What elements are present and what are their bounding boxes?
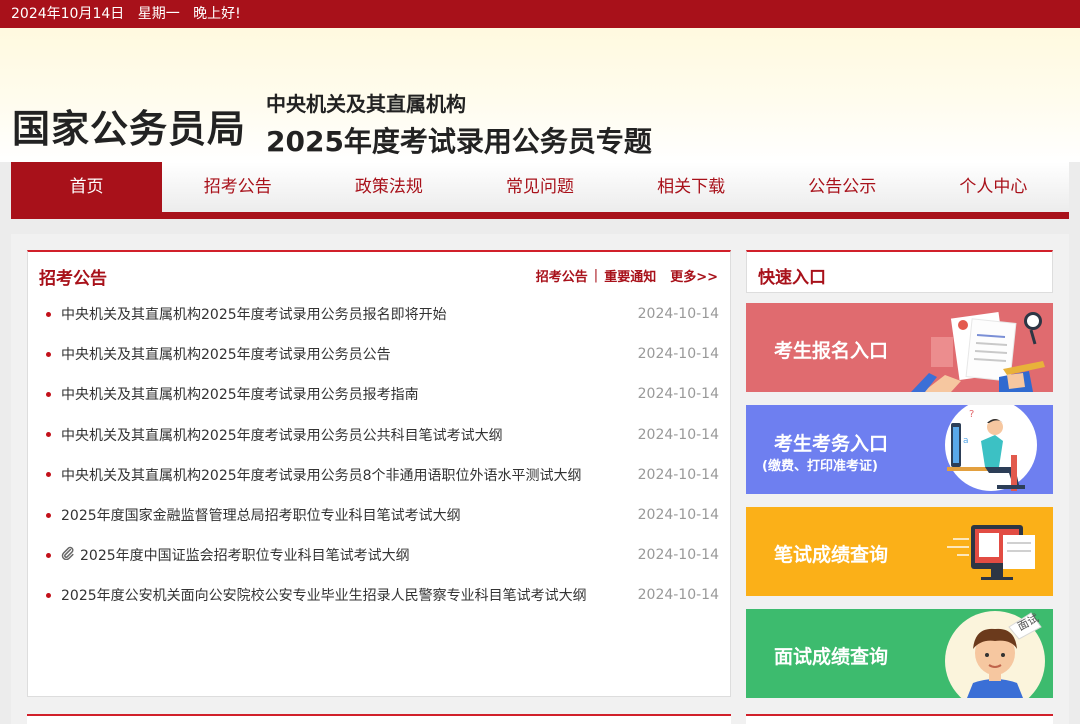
- site-logo[interactable]: 国家公务员局: [12, 98, 246, 153]
- bullet-dot: [46, 592, 51, 598]
- list-item[interactable]: 中央机关及其直属机构2025年度考试录用公务员8个非通用语职位外语水平测试大纲 2…: [46, 455, 719, 495]
- notice-date: 2024-10-14: [637, 346, 719, 363]
- notice-title[interactable]: 中央机关及其直属机构2025年度考试录用公务员8个非通用语职位外语水平测试大纲: [61, 465, 638, 485]
- bullet-dot: [46, 432, 51, 438]
- current-date: 2024年10月14日: [11, 6, 125, 22]
- recruit-notice-panel: 招考公告 招考公告 | 重要通知 更多>> 中央机关及其直属机构2025年度考试…: [27, 250, 731, 697]
- notice-date: 2024-10-14: [637, 386, 719, 403]
- notice-title[interactable]: 中央机关及其直属机构2025年度考试录用公务员报考指南: [61, 384, 638, 404]
- side-title: 快速入口: [758, 268, 826, 288]
- svg-text:a: a: [963, 436, 969, 446]
- nav-recruit-notices[interactable]: 招考公告: [162, 162, 313, 212]
- exam-affairs-entry-label: 考生考务入口: [774, 433, 889, 455]
- next-panel-top-left: [27, 714, 731, 724]
- site-header: 国家公务员局 中央机关及其直属机构 2025年度考试录用公务员专题: [0, 28, 1080, 162]
- list-item[interactable]: 2025年度国家金融监督管理总局招考职位专业科目笔试考试大纲 2024-10-14: [46, 495, 719, 535]
- monitor-icon: [947, 525, 1035, 580]
- document-pen-icon: [911, 311, 1045, 392]
- bullet-dot: [46, 552, 51, 558]
- main-nav: 首页 招考公告 政策法规 常见问题 相关下载 公告公示 个人中心: [11, 162, 1069, 219]
- notice-title[interactable]: 2025年度国家金融监督管理总局招考职位专业科目笔试考试大纲: [61, 505, 638, 525]
- paperclip-icon: [61, 546, 75, 564]
- current-weekday: 星期一: [137, 6, 180, 22]
- notice-date: 2024-10-14: [637, 547, 719, 564]
- exam-affairs-entry-card[interactable]: 考生考务入口 (缴费、打印准考证) ? a: [746, 405, 1053, 494]
- register-entry-label: 考生报名入口: [774, 340, 889, 362]
- nav-announcements[interactable]: 公告公示: [767, 162, 918, 212]
- interview-score-query-card[interactable]: 面试成绩查询 面试: [746, 609, 1053, 698]
- notice-title[interactable]: 2025年度中国证监会招考职位专业科目笔试考试大纲: [80, 545, 638, 565]
- notice-date: 2024-10-14: [637, 306, 719, 323]
- quick-entry-panel: 快速入口 考生报名入口 考生考务入口 (缴费、打印准考证) ? a 笔试成绩查询…: [746, 250, 1053, 698]
- notice-date: 2024-10-14: [637, 466, 719, 483]
- notice-list: 中央机关及其直属机构2025年度考试录用公务员报名即将开始 2024-10-14 …: [28, 294, 730, 616]
- panel-title: 招考公告: [39, 269, 107, 289]
- nav-faq[interactable]: 常见问题: [464, 162, 615, 212]
- notice-date: 2024-10-14: [637, 426, 719, 443]
- greeting: 晚上好!: [193, 6, 241, 22]
- bullet-dot: [46, 311, 51, 317]
- top-date-bar: 2024年10月14日 星期一 晚上好!: [0, 0, 1080, 28]
- bullet-dot: [46, 472, 51, 478]
- nav-underline: [11, 212, 1069, 219]
- interview-score-query-label: 面试成绩查询: [774, 646, 889, 668]
- bullet-dot: [46, 512, 51, 518]
- list-item[interactable]: 2025年度公安机关面向公安院校公安专业毕业生招录人民警察专业科目笔试考试大纲 2…: [46, 575, 719, 615]
- nav-personal-center[interactable]: 个人中心: [918, 162, 1069, 212]
- next-panel-top-right: [746, 714, 1053, 724]
- link-separator: |: [593, 268, 599, 283]
- svg-text:?: ?: [969, 409, 974, 420]
- bullet-dot: [46, 351, 51, 357]
- notice-title[interactable]: 中央机关及其直属机构2025年度考试录用公务员报名即将开始: [61, 304, 638, 324]
- panel-links: 招考公告 | 重要通知 更多>>: [536, 266, 718, 285]
- list-item[interactable]: 中央机关及其直属机构2025年度考试录用公务员报名即将开始 2024-10-14: [46, 294, 719, 334]
- header-subtitle-topic: 2025年度考试录用公务员专题: [266, 125, 652, 158]
- written-score-query-card[interactable]: 笔试成绩查询: [746, 507, 1053, 596]
- nav-home[interactable]: 首页: [11, 162, 163, 212]
- notice-title[interactable]: 中央机关及其直属机构2025年度考试录用公务员公告: [61, 344, 638, 364]
- written-score-query-label: 笔试成绩查询: [774, 544, 889, 566]
- list-item[interactable]: 中央机关及其直属机构2025年度考试录用公务员报考指南 2024-10-14: [46, 374, 719, 414]
- person-at-computer-icon: ? a: [945, 405, 1037, 491]
- link-recruit-notices[interactable]: 招考公告: [536, 266, 588, 285]
- nav-downloads[interactable]: 相关下载: [616, 162, 767, 212]
- nav-policies[interactable]: 政策法规: [313, 162, 464, 212]
- bullet-dot: [46, 391, 51, 397]
- header-subtitle-org: 中央机关及其直属机构: [266, 92, 466, 116]
- notice-date: 2024-10-14: [637, 507, 719, 524]
- exam-affairs-entry-sublabel: (缴费、打印准考证): [762, 459, 878, 474]
- main-content: 招考公告 招考公告 | 重要通知 更多>> 中央机关及其直属机构2025年度考试…: [11, 234, 1069, 724]
- more-link[interactable]: 更多>>: [670, 266, 718, 285]
- link-important-notices[interactable]: 重要通知: [604, 266, 656, 285]
- list-item[interactable]: 中央机关及其直属机构2025年度考试录用公务员公告 2024-10-14: [46, 334, 719, 374]
- panel-header: 招考公告 招考公告 | 重要通知 更多>>: [28, 252, 730, 294]
- list-item[interactable]: 中央机关及其直属机构2025年度考试录用公务员公共科目笔试考试大纲 2024-10…: [46, 415, 719, 455]
- side-header: 快速入口: [746, 250, 1053, 293]
- notice-title[interactable]: 中央机关及其直属机构2025年度考试录用公务员公共科目笔试考试大纲: [61, 425, 638, 445]
- register-entry-card[interactable]: 考生报名入口: [746, 303, 1053, 392]
- list-item[interactable]: 2025年度中国证监会招考职位专业科目笔试考试大纲 2024-10-14: [46, 535, 719, 575]
- notice-date: 2024-10-14: [637, 587, 719, 604]
- notice-title[interactable]: 2025年度公安机关面向公安院校公安专业毕业生招录人民警察专业科目笔试考试大纲: [61, 585, 638, 605]
